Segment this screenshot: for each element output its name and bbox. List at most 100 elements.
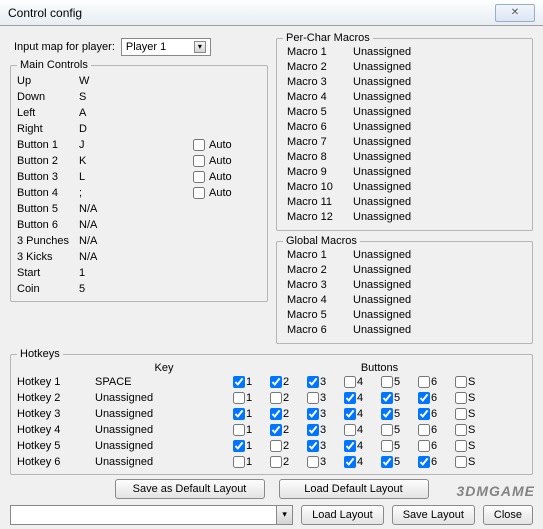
save-default-button[interactable]: Save as Default Layout bbox=[115, 479, 265, 499]
macro-row[interactable]: Macro 3 Unassigned bbox=[283, 76, 526, 91]
hotkey-key[interactable]: Unassigned bbox=[95, 392, 233, 404]
hotkey-btn-checkbox[interactable] bbox=[455, 424, 467, 436]
hotkey-btn-checkbox[interactable] bbox=[233, 440, 245, 452]
player-select[interactable]: Player 1 ▾ bbox=[121, 38, 211, 56]
hotkey-btn-checkbox[interactable] bbox=[455, 376, 467, 388]
control-value[interactable]: K bbox=[79, 155, 137, 167]
layout-select[interactable]: ▾ bbox=[10, 505, 293, 525]
hotkey-btn-checkbox[interactable] bbox=[455, 456, 467, 468]
macro-row[interactable]: Macro 5 Unassigned bbox=[283, 106, 526, 121]
control-value[interactable]: 5 bbox=[79, 283, 137, 295]
close-icon[interactable]: ✕ bbox=[495, 4, 535, 22]
hotkey-btn-checkbox[interactable] bbox=[270, 392, 282, 404]
hotkey-btn-checkbox[interactable] bbox=[344, 440, 356, 452]
hotkey-btn-checkbox[interactable] bbox=[307, 424, 319, 436]
control-value[interactable]: D bbox=[79, 123, 137, 135]
hotkey-btn-checkbox[interactable] bbox=[418, 408, 430, 420]
hotkey-btn-checkbox[interactable] bbox=[455, 440, 467, 452]
macro-row[interactable]: Macro 4 Unassigned bbox=[283, 294, 526, 309]
macro-value: Unassigned bbox=[353, 121, 411, 136]
hotkey-key[interactable]: Unassigned bbox=[95, 456, 233, 468]
control-value[interactable]: W bbox=[79, 75, 137, 87]
control-label: Button 3 bbox=[17, 171, 79, 183]
control-value[interactable]: S bbox=[79, 91, 137, 103]
hotkey-btn-checkbox[interactable] bbox=[270, 424, 282, 436]
hotkey-btn-label: 5 bbox=[394, 408, 400, 420]
close-button[interactable]: Close bbox=[483, 505, 533, 525]
hotkey-btn-checkbox[interactable] bbox=[307, 392, 319, 404]
control-label: Up bbox=[17, 75, 79, 87]
control-value[interactable]: ; bbox=[79, 187, 137, 199]
hotkey-btn-checkbox[interactable] bbox=[344, 456, 356, 468]
hotkey-btn-checkbox[interactable] bbox=[233, 392, 245, 404]
load-default-button[interactable]: Load Default Layout bbox=[279, 479, 429, 499]
hotkey-btn-checkbox[interactable] bbox=[344, 376, 356, 388]
load-layout-button[interactable]: Load Layout bbox=[301, 505, 384, 525]
control-value[interactable]: N/A bbox=[79, 219, 137, 231]
macro-row[interactable]: Macro 1 Unassigned bbox=[283, 249, 526, 264]
hotkey-btn-checkbox[interactable] bbox=[418, 376, 430, 388]
macro-row[interactable]: Macro 6 Unassigned bbox=[283, 324, 526, 339]
hotkey-btn-checkbox[interactable] bbox=[233, 376, 245, 388]
hotkey-key[interactable]: SPACE bbox=[95, 376, 233, 388]
hotkey-btn-checkbox[interactable] bbox=[418, 424, 430, 436]
hotkey-btn-checkbox[interactable] bbox=[307, 408, 319, 420]
auto-checkbox[interactable] bbox=[193, 171, 205, 183]
hotkey-btn-checkbox[interactable] bbox=[233, 424, 245, 436]
hotkey-btn-checkbox[interactable] bbox=[381, 408, 393, 420]
hotkey-btn-checkbox[interactable] bbox=[418, 392, 430, 404]
macro-row[interactable]: Macro 2 Unassigned bbox=[283, 264, 526, 279]
hotkey-btn-checkbox[interactable] bbox=[307, 440, 319, 452]
hotkey-btn-checkbox[interactable] bbox=[344, 424, 356, 436]
control-value[interactable]: L bbox=[79, 171, 137, 183]
auto-checkbox[interactable] bbox=[193, 139, 205, 151]
hotkey-btn-checkbox[interactable] bbox=[381, 440, 393, 452]
auto-checkbox[interactable] bbox=[193, 187, 205, 199]
hotkey-btn-checkbox[interactable] bbox=[270, 408, 282, 420]
hotkey-btn-checkbox[interactable] bbox=[307, 376, 319, 388]
macro-row[interactable]: Macro 9 Unassigned bbox=[283, 166, 526, 181]
control-label: Button 2 bbox=[17, 155, 79, 167]
macro-row[interactable]: Macro 6 Unassigned bbox=[283, 121, 526, 136]
control-value[interactable]: J bbox=[79, 139, 137, 151]
macro-row[interactable]: Macro 10 Unassigned bbox=[283, 181, 526, 196]
hotkey-btn-label: S bbox=[468, 456, 475, 468]
hotkey-btn-checkbox[interactable] bbox=[307, 456, 319, 468]
hotkey-btn-checkbox[interactable] bbox=[270, 440, 282, 452]
hotkey-btn-checkbox[interactable] bbox=[381, 392, 393, 404]
macro-row[interactable]: Macro 7 Unassigned bbox=[283, 136, 526, 151]
hotkey-buttons: 123456S bbox=[233, 440, 483, 452]
macro-row[interactable]: Macro 11 Unassigned bbox=[283, 196, 526, 211]
hotkey-key[interactable]: Unassigned bbox=[95, 408, 233, 420]
hotkey-btn-checkbox[interactable] bbox=[233, 408, 245, 420]
hotkey-btn-checkbox[interactable] bbox=[344, 408, 356, 420]
hotkey-btn-checkbox[interactable] bbox=[455, 392, 467, 404]
macro-row[interactable]: Macro 4 Unassigned bbox=[283, 91, 526, 106]
macro-row[interactable]: Macro 5 Unassigned bbox=[283, 309, 526, 324]
control-value[interactable]: N/A bbox=[79, 251, 137, 263]
hotkey-btn-checkbox[interactable] bbox=[418, 440, 430, 452]
hotkey-btn-checkbox[interactable] bbox=[418, 456, 430, 468]
hotkey-key[interactable]: Unassigned bbox=[95, 424, 233, 436]
control-value[interactable]: N/A bbox=[79, 203, 137, 215]
macro-row[interactable]: Macro 1 Unassigned bbox=[283, 46, 526, 61]
hotkey-btn-checkbox[interactable] bbox=[270, 376, 282, 388]
control-label: Button 6 bbox=[17, 219, 79, 231]
macro-row[interactable]: Macro 8 Unassigned bbox=[283, 151, 526, 166]
hotkey-btn-checkbox[interactable] bbox=[381, 424, 393, 436]
auto-checkbox[interactable] bbox=[193, 155, 205, 167]
macro-row[interactable]: Macro 2 Unassigned bbox=[283, 61, 526, 76]
hotkey-key[interactable]: Unassigned bbox=[95, 440, 233, 452]
hotkey-btn-checkbox[interactable] bbox=[233, 456, 245, 468]
hotkey-btn-checkbox[interactable] bbox=[270, 456, 282, 468]
hotkey-btn-checkbox[interactable] bbox=[344, 392, 356, 404]
control-value[interactable]: A bbox=[79, 107, 137, 119]
hotkey-btn-checkbox[interactable] bbox=[381, 376, 393, 388]
hotkey-btn-checkbox[interactable] bbox=[381, 456, 393, 468]
macro-row[interactable]: Macro 12 Unassigned bbox=[283, 211, 526, 226]
save-layout-button[interactable]: Save Layout bbox=[392, 505, 475, 525]
control-value[interactable]: N/A bbox=[79, 235, 137, 247]
macro-row[interactable]: Macro 3 Unassigned bbox=[283, 279, 526, 294]
control-value[interactable]: 1 bbox=[79, 267, 137, 279]
hotkey-btn-checkbox[interactable] bbox=[455, 408, 467, 420]
